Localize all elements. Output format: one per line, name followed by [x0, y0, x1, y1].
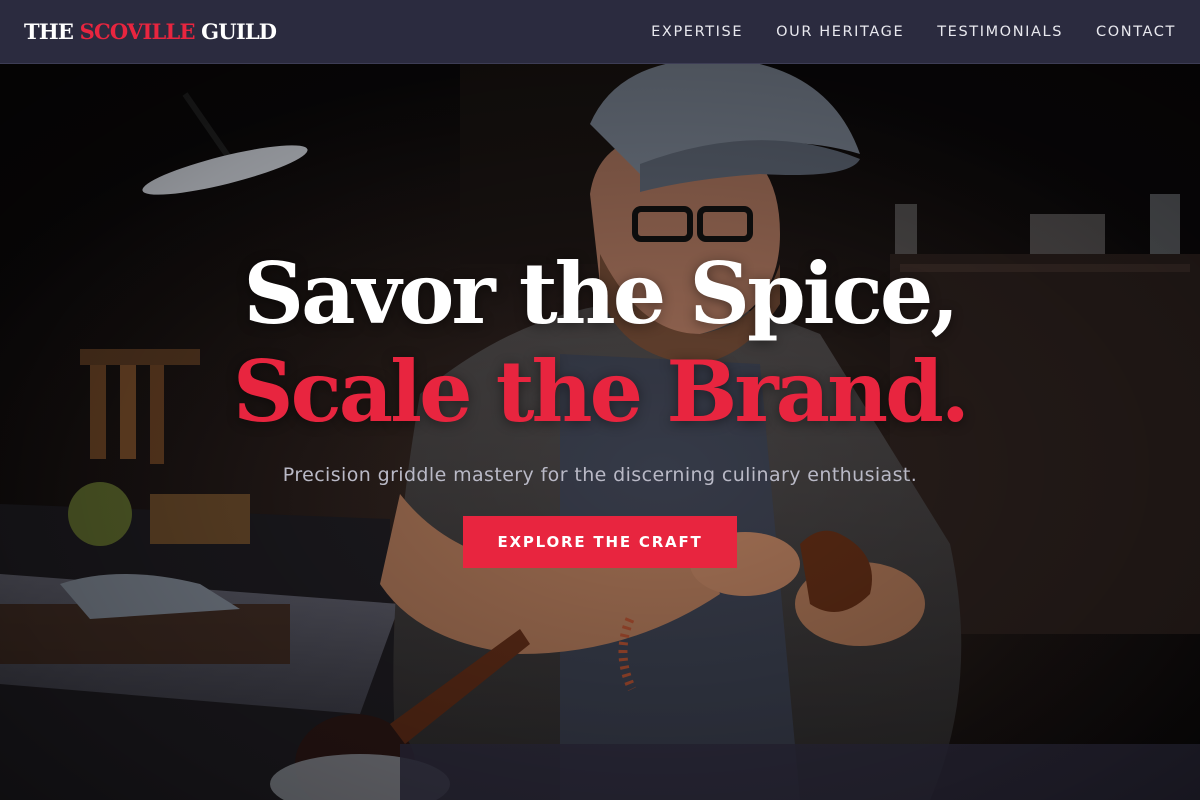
- hero-subtitle: Precision griddle mastery for the discer…: [282, 464, 918, 486]
- nav-link-testimonials[interactable]: TESTIMONIALS: [937, 24, 1063, 40]
- brand-text-guild: GUILD: [194, 19, 277, 44]
- nav-link-expertise[interactable]: EXPERTISE: [651, 24, 743, 40]
- brand-text-scoville: SCOVILLE: [79, 19, 196, 44]
- explore-the-craft-button[interactable]: EXPLORE THE CRAFT: [463, 516, 737, 568]
- nav-link-our-heritage[interactable]: OUR HERITAGE: [776, 24, 904, 40]
- nav-links: EXPERTISE OUR HERITAGE TESTIMONIALS CONT…: [651, 24, 1176, 40]
- nav-link-contact[interactable]: CONTACT: [1096, 24, 1176, 40]
- brand-text-the: THE: [24, 19, 80, 44]
- brand-logo[interactable]: THE SCOVILLE GUILD: [24, 19, 277, 44]
- hero-headline-line2: Scale the Brand.: [232, 342, 970, 441]
- hero-content: Savor the Spice, Scale the Brand. Precis…: [0, 64, 1200, 800]
- hero-headline-line1: Savor the Spice,: [243, 244, 959, 343]
- navbar: THE SCOVILLE GUILD EXPERTISE OUR HERITAG…: [0, 0, 1200, 64]
